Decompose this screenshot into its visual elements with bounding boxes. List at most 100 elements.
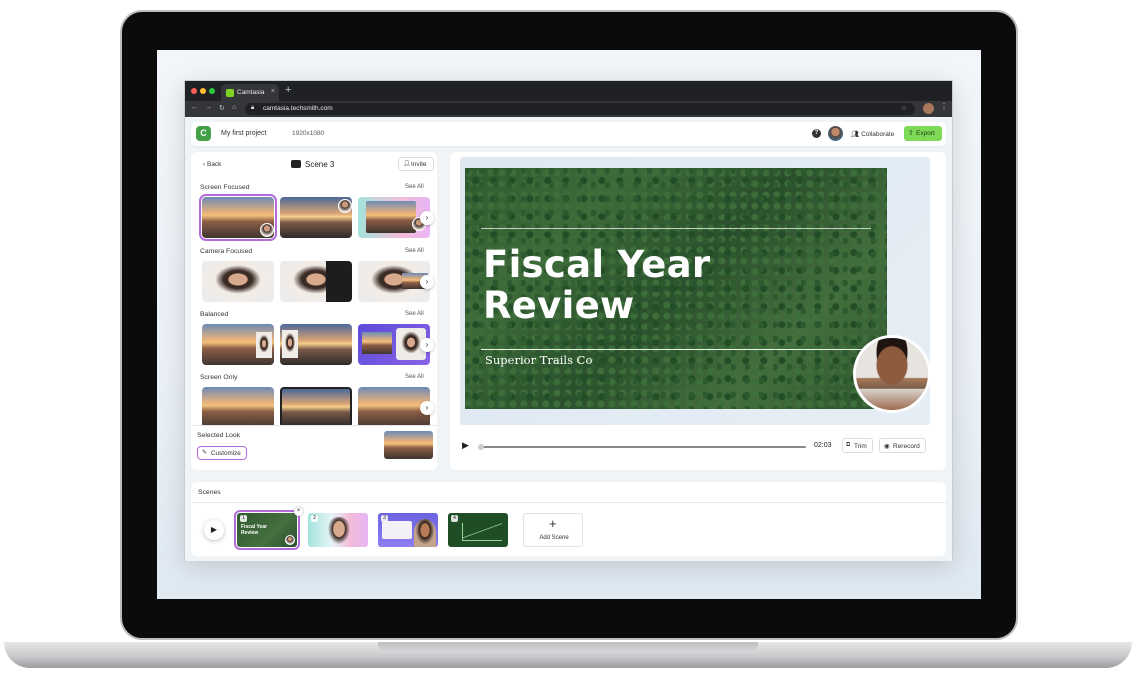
minimize-window-dot[interactable] [200,88,206,94]
scene-number: 4 [451,515,458,522]
scene-thumb-1[interactable]: 1 Fiscal Year Review [234,510,300,550]
tab-title: Camtasia [237,89,265,96]
section-title-camera-focused: Camera Focused [200,248,253,255]
invite-button[interactable]: 👤︎ Invite [398,157,434,171]
close-window-dot[interactable] [191,88,197,94]
section-title-screen-focused: Screen Focused [200,184,250,191]
collaborate-icon: 👥︎ [851,131,862,138]
camera-pip [260,223,274,237]
browser-menu-icon[interactable]: ⋮ [940,102,948,111]
customize-button[interactable]: ✎ Customize [197,446,247,460]
see-all-balanced[interactable]: See All [405,311,424,317]
app-header: C My first project 1920x1080 ? 👥︎ Collab… [191,122,946,146]
slide-divider-bottom [481,349,871,350]
camtasia-app: C My first project 1920x1080 ? 👥︎ Collab… [185,117,952,561]
reload-icon[interactable]: ↻ [219,104,225,112]
see-all-camera-focused[interactable]: See All [405,248,424,254]
browser-window: Camtasia × + ← → ↻ ⌂ 🔒︎ camtasia.techsmi… [184,80,953,561]
timeline-scrubber[interactable] [478,444,806,450]
scrubber-handle[interactable] [478,444,484,450]
scene-number: 2 [311,515,318,522]
chevron-right-icon[interactable]: › [420,338,434,352]
layout-row-camera-focused: › [200,261,434,303]
play-all-button[interactable]: ▶ [204,520,224,540]
camera-pip [338,199,352,213]
scene-thumb-4[interactable]: 4 [448,513,508,547]
forward-arrow-icon[interactable]: → [205,104,212,111]
add-scene-label: Add Scene [539,535,569,541]
browser-tab[interactable]: Camtasia × [221,84,279,101]
bookmark-star-icon[interactable]: ☆ [901,104,907,112]
rerecord-label: Rerecord [893,443,920,450]
chevron-right-icon[interactable]: › [420,401,434,415]
lock-icon: 🔒︎ [251,105,255,111]
home-icon[interactable]: ⌂ [232,104,236,111]
delete-scene-icon[interactable]: × [294,507,303,516]
export-button[interactable]: ⇪ Export [904,126,942,141]
layout-thumb[interactable] [202,324,274,365]
url-text: camtasia.techsmith.com [263,105,333,112]
address-bar[interactable]: 🔒︎ camtasia.techsmith.com ☆ [245,103,915,115]
project-name[interactable]: My first project [221,130,267,137]
trim-button[interactable]: ⧉ Trim [842,438,873,453]
collaborate-button[interactable]: 👥︎ Collaborate [851,130,894,138]
slide-subtitle[interactable]: Superior Trails Co [485,353,592,367]
layout-row-balanced: › [200,324,434,366]
layouts-panel-header: ‹ Back Scene 3 👤︎ Invite [191,152,437,176]
laptop-screen: Camtasia × + ← → ↻ ⌂ 🔒︎ camtasia.techsmi… [157,50,981,599]
slide-divider-top [481,228,871,229]
scenes-title: Scenes [198,489,221,496]
playback-bar: ▶ 02:03 ⧉ Trim ◉ Rerecord [450,435,946,459]
plus-icon: + [549,516,557,531]
see-all-screen-focused[interactable]: See All [405,184,424,190]
layout-thumb[interactable] [202,261,274,302]
chevron-right-icon[interactable]: › [420,275,434,289]
divider [191,502,946,503]
layout-row-screen-focused: › [199,194,434,241]
see-all-screen-only[interactable]: See All [405,374,424,380]
scene-title: Scene 3 [291,160,334,169]
layout-thumb[interactable] [280,261,352,302]
record-icon: ◉ [884,443,890,450]
rerecord-button[interactable]: ◉ Rerecord [879,438,926,453]
scene-thumb-2[interactable]: 2 [308,513,368,547]
pencil-icon: ✎ [202,450,208,456]
layout-thumb[interactable] [280,197,352,238]
trim-label: Trim [854,443,867,450]
customize-label: Customize [211,450,241,457]
scene-mini-title: Fiscal Year Review [241,524,268,536]
slide-title[interactable]: Fiscal Year Review [483,244,783,326]
export-label: Export [916,130,935,137]
add-person-icon: 👤︎ [403,161,411,167]
back-label: Back [206,161,222,168]
section-title-balanced: Balanced [200,311,229,318]
new-tab-button[interactable]: + [285,84,291,96]
add-scene-button[interactable]: + Add Scene [523,513,583,547]
collaborate-label: Collaborate [861,131,895,138]
presenter-camera-bubble[interactable] [853,335,931,413]
layout-thumb[interactable] [280,387,352,428]
laptop-notch [378,642,758,653]
user-avatar[interactable] [828,126,843,141]
back-arrow-icon[interactable]: ← [191,104,198,111]
help-icon[interactable]: ? [812,129,821,138]
scene-title-label: Scene 3 [305,160,335,169]
section-title-screen-only: Screen Only [200,374,238,381]
selected-look-title: Selected Look [197,432,241,439]
slide-background-forest: Fiscal Year Review Superior Trails Co [465,168,887,409]
play-icon[interactable]: ▶ [462,440,469,451]
layout-thumb[interactable] [280,324,352,365]
camtasia-logo-icon: C [196,126,211,141]
tab-close-icon[interactable]: × [271,88,275,95]
browser-profile-avatar[interactable] [923,103,934,114]
selected-look-bar: Selected Look ✎ Customize [191,425,437,470]
maximize-window-dot[interactable] [209,88,215,94]
scene-thumb-3[interactable]: 3 [378,513,438,547]
preview-canvas: Fiscal Year Review Superior Trails Co [460,157,931,425]
trim-icon: ⧉ [846,442,851,448]
layout-thumb[interactable] [199,194,277,241]
back-button[interactable]: ‹ Back [203,161,221,168]
chevron-right-icon[interactable]: › [420,211,434,225]
layout-thumb[interactable] [202,387,274,428]
browser-toolbar: ← → ↻ ⌂ 🔒︎ camtasia.techsmith.com ☆ ⋮ [185,101,952,117]
